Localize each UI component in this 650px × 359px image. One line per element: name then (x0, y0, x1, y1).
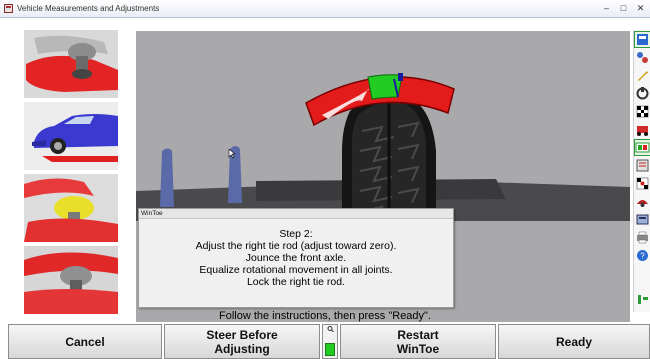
print-icon[interactable] (635, 230, 650, 245)
instruction-line: Lock the right tie rod. (246, 276, 346, 288)
close-button[interactable]: ✕ (635, 3, 646, 14)
ready-button-label: Ready (555, 334, 593, 349)
toe-gauge (322, 324, 338, 359)
thumbnail-ball-joint-yellow[interactable] (24, 174, 118, 242)
camber-icon[interactable] (635, 194, 650, 209)
instruction-line: Equalize rotational movement in all join… (199, 264, 393, 276)
svg-text:?: ? (640, 252, 645, 261)
toe-icon[interactable] (635, 176, 650, 191)
ready-button[interactable]: Ready (498, 324, 650, 359)
checkered-flag-icon[interactable] (635, 104, 650, 119)
cancel-button-label: Cancel (65, 334, 105, 349)
cancel-button[interactable]: Cancel (8, 324, 162, 359)
right-toolbar: ? (633, 30, 650, 312)
window-controls: – □ ✕ (601, 3, 646, 14)
minimize-button[interactable]: – (601, 3, 612, 14)
instruction-line: Adjust the right tie rod (adjust toward … (195, 240, 397, 252)
steer-before-label: Steer Before Adjusting (206, 327, 278, 356)
alignment-icon[interactable] (635, 86, 650, 101)
instruction-line: Jounce the front axle. (245, 252, 347, 264)
dialog-title: WinToe (139, 209, 453, 219)
button-row: Cancel Steer Before Adjusting Restart Wi… (0, 324, 650, 359)
main-area: WinToe Step 2: Adjust the right tie rod … (0, 18, 650, 359)
restart-wintoe-button[interactable]: Restart WinToe (340, 324, 496, 359)
reports-icon[interactable] (635, 158, 650, 173)
app-icon (4, 4, 13, 13)
help-icon[interactable]: ? (635, 248, 650, 263)
thumbnail-ball-joint-top[interactable] (24, 30, 118, 98)
alignment-viewport[interactable]: WinToe Step 2: Adjust the right tie rod … (136, 31, 630, 322)
racing-icon[interactable] (635, 122, 650, 137)
wintoe-dialog: WinToe Step 2: Adjust the right tie rod … (138, 208, 454, 308)
thumbnail-strip (24, 30, 118, 314)
instruction-line: Step 2: (279, 228, 313, 240)
steer-before-adjusting-button[interactable]: Steer Before Adjusting (164, 324, 320, 359)
tie-rod-left (160, 148, 174, 207)
readings-icon[interactable] (634, 139, 650, 156)
dialog-instructions: Step 2: Adjust the right tie rod (adjust… (139, 219, 453, 288)
restart-wintoe-label: Restart WinToe (396, 327, 440, 356)
ball-joint-image (24, 246, 118, 314)
ball-joint-image (24, 30, 118, 98)
mouse-pointer-icon (228, 149, 236, 159)
settings-icon[interactable] (635, 292, 650, 307)
window-title: Vehicle Measurements and Adjustments (17, 4, 160, 13)
bottom-instruction: Follow the instructions, then press "Rea… (218, 310, 432, 322)
measurements-icon[interactable] (635, 50, 650, 65)
ball-joint-image (24, 174, 118, 242)
vehicle-image (24, 102, 118, 170)
thumbnail-vehicle-view[interactable] (24, 102, 118, 170)
vehicle-specs-icon[interactable] (634, 31, 650, 48)
window-titlebar: Vehicle Measurements and Adjustments – □… (0, 0, 650, 18)
maximize-button[interactable]: □ (618, 3, 629, 14)
wrench-icon[interactable] (635, 68, 650, 83)
caster-icon[interactable] (635, 212, 650, 227)
gauge-level-bar (325, 343, 335, 356)
magnifier-icon (327, 326, 334, 332)
thumbnail-ball-joint-bottom[interactable] (24, 246, 118, 314)
